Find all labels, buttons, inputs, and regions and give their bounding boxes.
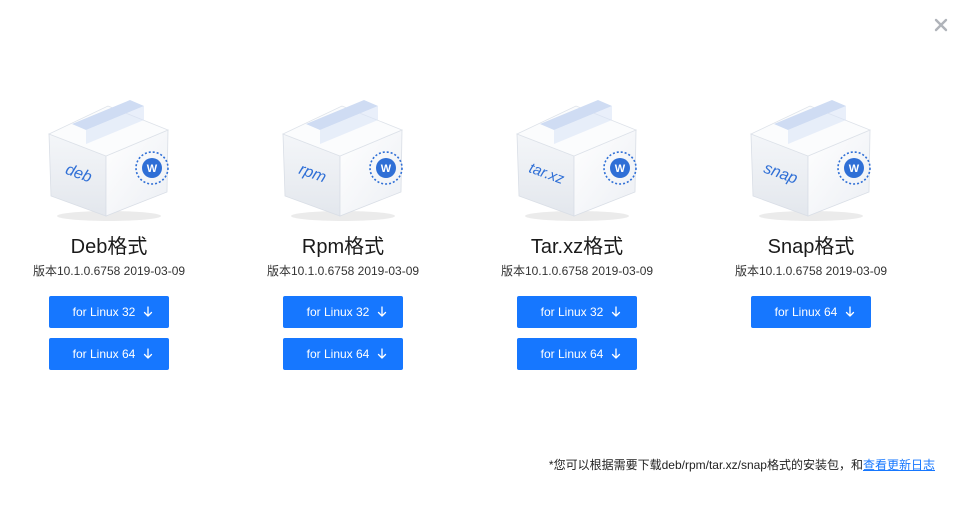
changelog-link[interactable]: 查看更新日志: [863, 458, 935, 472]
package-list: Wdeb Deb格式版本10.1.0.6758 2019-03-09 for Lin…: [0, 98, 960, 388]
svg-text:W: W: [381, 163, 392, 175]
footer-note-text: *您可以根据需要下载deb/rpm/tar.xz/snap格式的安装包，和: [548, 458, 863, 472]
close-icon: [934, 18, 948, 32]
svg-text:W: W: [615, 163, 626, 175]
package-version: 版本10.1.0.6758 2019-03-09: [734, 264, 888, 278]
download-button-label: for Linux 64: [774, 305, 838, 319]
package-box-icon: Wsnap: [749, 100, 872, 221]
package-box-icon: Wrpm: [281, 100, 404, 221]
package-rpm: Wrpm Rpm格式版本10.1.0.6758 2019-03-09 for Lin…: [233, 98, 453, 370]
download-button-group: for Linux 64: [751, 296, 871, 328]
download-button-label: for Linux 64: [72, 347, 136, 361]
package-title: Deb格式: [70, 236, 148, 258]
package-tarxz: Wtar.xz Tar.xz格式版本10.1.0.6758 2019-03-09 f…: [467, 98, 687, 370]
package-snap: Wsnap Snap格式版本10.1.0.6758 2019-03-09 for L…: [701, 98, 921, 328]
download-arrow-icon: [612, 306, 621, 317]
download-arrow-icon: [378, 348, 387, 359]
download-rpm-linux64-button[interactable]: for Linux 64: [283, 338, 403, 370]
download-button-label: for Linux 32: [306, 305, 370, 319]
package-version: 版本10.1.0.6758 2019-03-09: [32, 264, 186, 278]
download-button-group: for Linux 32 for Linux 64: [283, 296, 403, 370]
footer-note: *您可以根据需要下载deb/rpm/tar.xz/snap格式的安装包，和查看更…: [549, 456, 935, 474]
download-deb-linux32-button[interactable]: for Linux 32: [49, 296, 169, 328]
package-title: Tar.xz格式: [530, 236, 624, 258]
download-tarxz-linux64-button[interactable]: for Linux 64: [517, 338, 637, 370]
package-title: Rpm格式: [301, 236, 385, 258]
download-arrow-icon: [612, 348, 621, 359]
svg-text:W: W: [147, 163, 158, 175]
download-arrow-icon: [378, 306, 387, 317]
download-arrow-icon: [846, 306, 855, 317]
download-button-group: for Linux 32 for Linux 64: [49, 296, 169, 370]
download-button-label: for Linux 64: [540, 347, 604, 361]
close-button[interactable]: [928, 12, 954, 38]
package-deb: Wdeb Deb格式版本10.1.0.6758 2019-03-09 for Lin…: [0, 98, 219, 370]
download-deb-linux64-button[interactable]: for Linux 64: [49, 338, 169, 370]
download-button-label: for Linux 64: [306, 347, 370, 361]
download-rpm-linux32-button[interactable]: for Linux 32: [283, 296, 403, 328]
download-button-label: for Linux 32: [72, 305, 136, 319]
package-box-icon: Wdeb: [47, 100, 170, 221]
download-button-group: for Linux 32 for Linux 64: [517, 296, 637, 370]
download-arrow-icon: [144, 348, 153, 359]
download-snap-linux64-button[interactable]: for Linux 64: [751, 296, 871, 328]
package-title: Snap格式: [767, 236, 855, 258]
svg-text:W: W: [849, 163, 860, 175]
download-tarxz-linux32-button[interactable]: for Linux 32: [517, 296, 637, 328]
package-version: 版本10.1.0.6758 2019-03-09: [500, 264, 654, 278]
package-box-icon: Wtar.xz: [515, 100, 638, 221]
download-button-label: for Linux 32: [540, 305, 604, 319]
package-version: 版本10.1.0.6758 2019-03-09: [266, 264, 420, 278]
download-arrow-icon: [144, 306, 153, 317]
